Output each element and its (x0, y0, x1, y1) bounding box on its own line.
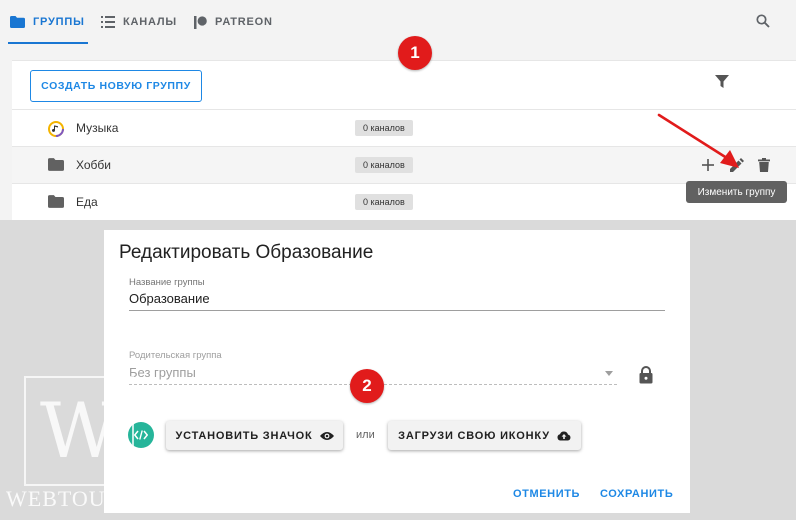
watermark-text: WEBTOUS.RU (6, 486, 158, 511)
edit-group-tooltip: Изменить группу (686, 181, 787, 203)
channel-count-badge: 0 каналов (355, 157, 413, 173)
or-separator: или (356, 429, 375, 441)
tab-channels[interactable]: КАНАЛЫ (101, 0, 177, 44)
channel-count-badge: 0 каналов (355, 194, 413, 210)
tab-channels-label: КАНАЛЫ (123, 16, 177, 28)
upload-icon-button-label: ЗАГРУЗИ СВОЮ ИКОНКУ (398, 429, 550, 442)
create-group-button[interactable]: СОЗДАТЬ НОВУЮ ГРУППУ (30, 70, 202, 102)
delete-group-button[interactable] (755, 156, 773, 174)
lock-button[interactable] (639, 366, 653, 384)
edit-group-dialog: Редактировать Образование Название групп… (104, 230, 690, 513)
filter-button[interactable] (715, 75, 731, 91)
group-name-underline (129, 310, 665, 311)
step-badge-1: 1 (398, 36, 432, 70)
red-arrow-annotation (657, 113, 739, 168)
folder-icon (48, 195, 64, 211)
group-name: Хобби (76, 158, 111, 172)
lock-icon (639, 366, 653, 384)
dialog-title: Редактировать Образование (119, 242, 374, 263)
chevron-down-icon[interactable] (605, 371, 613, 376)
parent-group-label: Родительская группа (129, 350, 222, 361)
filter-icon (715, 75, 729, 88)
set-icon-button-label: УСТАНОВИТЬ ЗНАЧОК (175, 429, 313, 442)
tab-groups-label: ГРУППЫ (33, 16, 85, 28)
folder-icon (10, 16, 25, 28)
tab-groups[interactable]: ГРУППЫ (8, 0, 88, 44)
group-name: Музыка (76, 121, 119, 135)
watermark-letter: W (39, 386, 119, 475)
search-button[interactable] (754, 12, 772, 30)
cancel-button[interactable]: ОТМЕНИТЬ (513, 488, 580, 500)
trash-icon (758, 158, 770, 172)
eye-icon (319, 431, 334, 440)
cloud-upload-icon (557, 431, 571, 441)
group-name-label: Название группы (129, 277, 205, 288)
search-icon (756, 14, 770, 28)
tab-patreon-label: PATREON (215, 16, 273, 28)
watermark-logo: W (24, 376, 134, 486)
parent-group-select[interactable]: Без группы (129, 365, 196, 380)
patreon-icon (194, 15, 207, 29)
step-badge-2: 2 (350, 369, 384, 403)
music-icon (48, 121, 64, 137)
list-icon (101, 16, 115, 28)
tab-patreon[interactable]: PATREON (194, 0, 273, 44)
group-name-field[interactable]: Образование (129, 291, 210, 306)
group-row-food[interactable]: Еда 0 каналов (12, 183, 796, 220)
upload-icon-button[interactable]: ЗАГРУЗИ СВОЮ ИКОНКУ (388, 421, 581, 450)
group-name: Еда (76, 195, 98, 209)
save-button[interactable]: СОХРАНИТЬ (600, 488, 673, 500)
folder-icon (48, 158, 64, 174)
set-icon-button[interactable]: УСТАНОВИТЬ ЗНАЧОК (166, 421, 343, 450)
channel-count-badge: 0 каналов (355, 120, 413, 136)
top-tab-bar: ГРУППЫ КАНАЛЫ PATREON (0, 0, 796, 44)
